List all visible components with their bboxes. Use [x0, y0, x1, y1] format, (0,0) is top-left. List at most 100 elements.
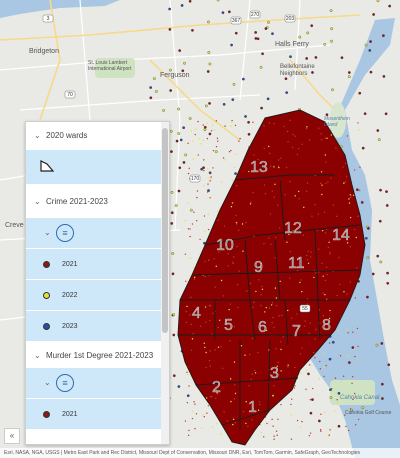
crime-point[interactable]	[282, 336, 285, 338]
crime-point[interactable]	[289, 180, 291, 183]
crime-point[interactable]	[177, 385, 181, 388]
crime-point[interactable]	[284, 194, 286, 196]
crime-point[interactable]	[234, 392, 237, 395]
crime-point[interactable]	[252, 191, 254, 194]
crime-point[interactable]	[287, 309, 289, 312]
crime-point[interactable]	[187, 142, 189, 144]
crime-point[interactable]	[254, 31, 258, 34]
crime-point[interactable]	[312, 387, 314, 390]
crime-point[interactable]	[191, 417, 194, 420]
crime-point[interactable]	[352, 194, 355, 196]
crime-point[interactable]	[263, 184, 266, 186]
crime-point[interactable]	[188, 117, 192, 120]
crime-point[interactable]	[249, 282, 252, 285]
crime-point[interactable]	[364, 236, 368, 240]
crime-point[interactable]	[251, 373, 253, 375]
crime-point[interactable]	[177, 189, 181, 193]
crime-point[interactable]	[378, 219, 382, 223]
crime-point[interactable]	[191, 28, 194, 32]
crime-point[interactable]	[354, 355, 356, 358]
crime-point[interactable]	[241, 223, 244, 225]
crime-point[interactable]	[287, 364, 289, 366]
crime-point[interactable]	[386, 271, 389, 275]
crime-point[interactable]	[231, 121, 233, 123]
crime-point[interactable]	[168, 7, 171, 11]
crime-point[interactable]	[306, 258, 309, 261]
crime-point[interactable]	[208, 102, 211, 105]
chevron-down-icon[interactable]: ⌄	[34, 351, 41, 360]
crime-point[interactable]	[323, 366, 325, 368]
crime-point[interactable]	[299, 353, 302, 355]
crime-point[interactable]	[234, 153, 237, 156]
crime-point[interactable]	[213, 129, 216, 131]
crime-point[interactable]	[347, 429, 350, 432]
crime-point[interactable]	[353, 169, 356, 171]
crime-point[interactable]	[208, 171, 211, 173]
crime-point[interactable]	[215, 145, 218, 148]
crime-point[interactable]	[293, 387, 295, 389]
crime-point[interactable]	[323, 375, 325, 378]
crime-point[interactable]	[386, 281, 390, 285]
crime-point[interactable]	[203, 125, 207, 129]
crime-point[interactable]	[253, 301, 255, 303]
crime-point[interactable]	[325, 364, 327, 367]
crime-point[interactable]	[235, 214, 237, 217]
crime-point[interactable]	[205, 321, 207, 323]
crime-point[interactable]	[227, 265, 230, 267]
crime-point[interactable]	[232, 82, 236, 86]
crime-point[interactable]	[209, 197, 211, 199]
crime-point[interactable]	[319, 429, 322, 431]
crime-point[interactable]	[171, 272, 175, 276]
crime-point[interactable]	[260, 304, 262, 307]
crime-point[interactable]	[203, 169, 205, 172]
crime-point[interactable]	[192, 158, 194, 160]
crime-point[interactable]	[168, 28, 172, 31]
crime-point[interactable]	[294, 366, 296, 369]
crime-point[interactable]	[285, 166, 288, 169]
crime-point[interactable]	[294, 385, 296, 387]
crime-point[interactable]	[208, 359, 211, 362]
crime-point[interactable]	[306, 254, 308, 257]
crime-point[interactable]	[217, 219, 219, 222]
crime-point[interactable]	[177, 107, 180, 111]
crime-point[interactable]	[274, 236, 277, 239]
crime-point[interactable]	[268, 145, 270, 148]
crime-point[interactable]	[296, 419, 299, 422]
crime-point[interactable]	[207, 183, 209, 185]
crime-point[interactable]	[299, 281, 301, 284]
crime-point[interactable]	[193, 278, 196, 280]
crime-point[interactable]	[338, 256, 340, 259]
crime-point[interactable]	[379, 260, 383, 264]
crime-point[interactable]	[212, 149, 215, 152]
crime-point[interactable]	[266, 97, 270, 101]
crime-point[interactable]	[205, 366, 208, 369]
crime-point[interactable]	[326, 273, 328, 276]
crime-point[interactable]	[336, 294, 338, 297]
crime-point[interactable]	[217, 140, 219, 142]
crime-point[interactable]	[210, 176, 212, 178]
crime-point[interactable]	[213, 258, 215, 260]
crime-point[interactable]	[220, 279, 223, 282]
crime-point[interactable]	[313, 276, 315, 279]
crime-point[interactable]	[309, 432, 312, 434]
crime-point[interactable]	[261, 285, 263, 288]
crime-point[interactable]	[197, 120, 199, 123]
crime-point[interactable]	[214, 349, 216, 351]
crime-point[interactable]	[231, 119, 233, 122]
crime-point[interactable]	[384, 112, 388, 116]
crime-point[interactable]	[330, 27, 334, 31]
crime-point[interactable]	[240, 345, 243, 347]
crime-point[interactable]	[170, 222, 174, 225]
crime-point[interactable]	[363, 112, 367, 116]
crime-point[interactable]	[251, 419, 253, 421]
crime-point[interactable]	[259, 65, 263, 69]
crime-point[interactable]	[368, 49, 372, 52]
crime-point[interactable]	[279, 280, 281, 282]
crime-point[interactable]	[186, 305, 188, 308]
crime-point[interactable]	[195, 128, 197, 131]
crime-point[interactable]	[317, 127, 320, 129]
crime-point[interactable]	[209, 365, 211, 367]
crime-point[interactable]	[183, 61, 186, 65]
crime-point[interactable]	[339, 283, 341, 286]
crime-point[interactable]	[349, 246, 352, 248]
